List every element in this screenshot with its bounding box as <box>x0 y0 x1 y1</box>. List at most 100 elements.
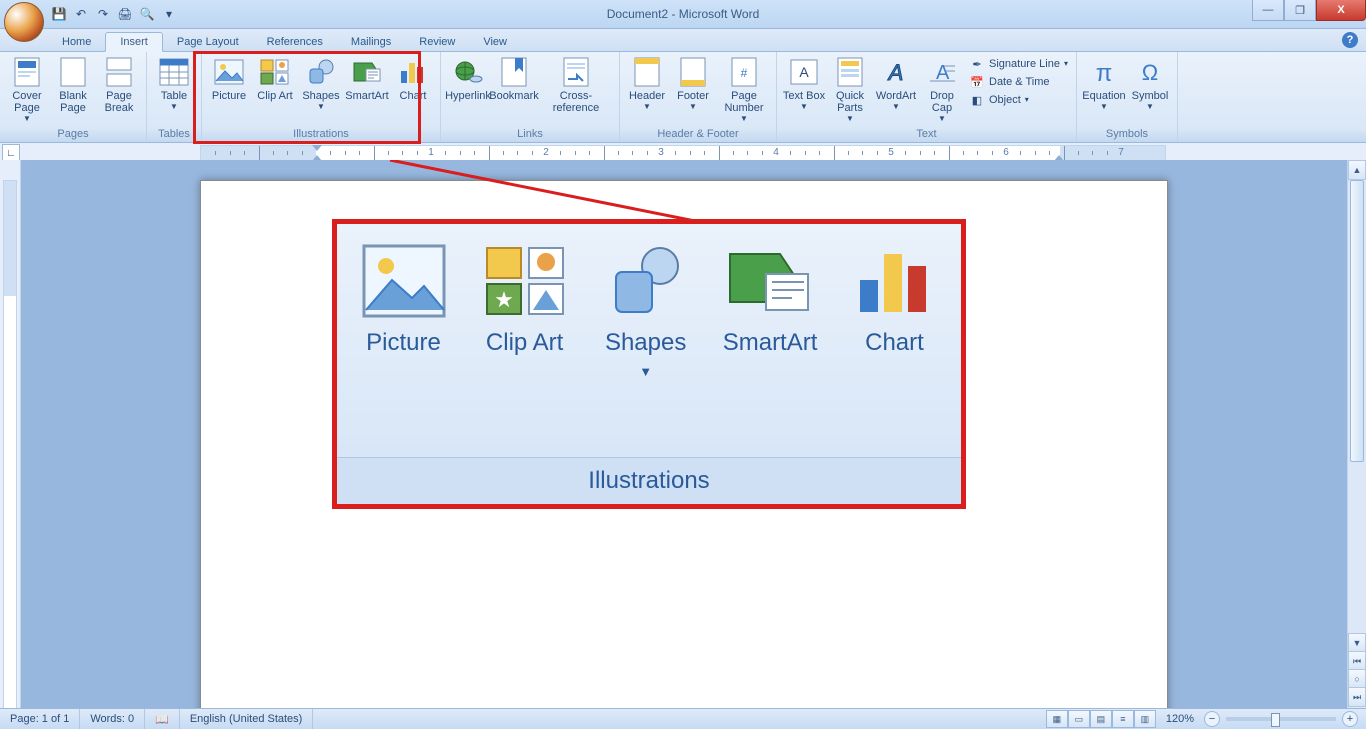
title-bar: 💾 ↶ ↷ 🖨 🔍 ▾ Document2 - Microsoft Word —… <box>0 0 1366 29</box>
zoom-slider[interactable] <box>1226 717 1336 721</box>
outline-view-button[interactable]: ≡ <box>1112 710 1134 728</box>
undo-icon[interactable]: ↶ <box>72 5 90 23</box>
equation-button[interactable]: π Equation ▼ <box>1081 54 1127 110</box>
minimize-button[interactable]: — <box>1252 0 1284 21</box>
chevron-down-icon: ▼ <box>317 104 325 110</box>
page-number-label: Page Number <box>716 90 772 114</box>
signature-line-button[interactable]: ✒ Signature Line ▾ <box>969 56 1068 72</box>
group-text: A Text Box ▼ Quick Parts ▼ A WordArt ▼ <box>777 52 1077 142</box>
object-button[interactable]: ◧ Object ▾ <box>969 92 1068 108</box>
zoom-out-button[interactable]: − <box>1204 711 1220 727</box>
tab-mailings[interactable]: Mailings <box>337 33 405 51</box>
select-browse-object-icon[interactable]: ○ <box>1348 669 1366 689</box>
blank-page-icon <box>57 56 89 88</box>
wordart-button[interactable]: A WordArt ▼ <box>873 54 919 110</box>
bookmark-icon <box>498 56 530 88</box>
status-proofing[interactable]: 📖 <box>145 709 180 729</box>
equation-label: Equation <box>1082 90 1125 102</box>
print-layout-view-button[interactable]: ▦ <box>1046 710 1068 728</box>
qat-customize-icon[interactable]: ▾ <box>160 5 178 23</box>
zoom-slider-thumb[interactable] <box>1271 713 1280 727</box>
web-layout-view-button[interactable]: ▤ <box>1090 710 1112 728</box>
close-button[interactable]: X <box>1316 0 1366 21</box>
maximize-button[interactable]: ❐ <box>1284 0 1316 21</box>
draft-view-button[interactable]: ▥ <box>1134 710 1156 728</box>
annotation-callout: Picture ★ Clip Art Shapes▼ <box>332 219 966 509</box>
scroll-up-icon[interactable]: ▲ <box>1348 160 1366 180</box>
equation-icon: π <box>1088 56 1120 88</box>
clip-art-button[interactable]: Clip Art <box>252 54 298 102</box>
blank-page-button[interactable]: Blank Page <box>50 54 96 114</box>
table-icon <box>158 56 190 88</box>
shapes-label: Shapes <box>302 90 339 102</box>
chevron-down-icon: ▼ <box>892 104 900 110</box>
window-title: Document2 - Microsoft Word <box>0 7 1366 21</box>
picture-icon <box>360 238 448 324</box>
shapes-button[interactable]: Shapes ▼ <box>298 54 344 110</box>
page-break-button[interactable]: Page Break <box>96 54 142 114</box>
office-button[interactable] <box>4 2 44 42</box>
save-icon[interactable]: 💾 <box>50 5 68 23</box>
vertical-ruler[interactable] <box>0 160 21 709</box>
scroll-down-icon[interactable]: ▼ <box>1348 633 1366 653</box>
tab-insert[interactable]: Insert <box>105 32 163 52</box>
bookmark-button[interactable]: Bookmark <box>491 54 537 102</box>
first-line-indent-icon[interactable] <box>312 145 322 151</box>
text-box-button[interactable]: A Text Box ▼ <box>781 54 827 110</box>
date-time-button[interactable]: 📅 Date & Time <box>969 74 1068 90</box>
tab-home[interactable]: Home <box>48 33 105 51</box>
tab-references[interactable]: References <box>253 33 337 51</box>
quick-parts-button[interactable]: Quick Parts ▼ <box>827 54 873 122</box>
scroll-thumb[interactable] <box>1350 180 1364 462</box>
document-page[interactable]: Picture ★ Clip Art Shapes▼ <box>200 180 1168 709</box>
page-number-button[interactable]: # Page Number ▼ <box>716 54 772 122</box>
signature-icon: ✒ <box>969 56 985 72</box>
table-button[interactable]: Table ▼ <box>151 54 197 110</box>
shapes-icon <box>602 238 690 324</box>
cover-page-button[interactable]: Cover Page ▼ <box>4 54 50 122</box>
picture-icon <box>213 56 245 88</box>
cross-reference-label: Cross-reference <box>537 90 615 114</box>
footer-button[interactable]: Footer ▼ <box>670 54 716 110</box>
vertical-scrollbar[interactable]: ▲ ▼ ⏮ ○ ⏭ <box>1347 160 1366 709</box>
zoom-in-button[interactable]: + <box>1342 711 1358 727</box>
redo-icon[interactable]: ↷ <box>94 5 112 23</box>
proofing-icon: 📖 <box>155 713 169 726</box>
picture-button[interactable]: Picture <box>206 54 252 102</box>
smartart-button[interactable]: SmartArt <box>344 54 390 102</box>
footer-icon <box>677 56 709 88</box>
smartart-icon <box>351 56 383 88</box>
tab-review[interactable]: Review <box>405 33 469 51</box>
document-area: Picture ★ Clip Art Shapes▼ <box>0 160 1366 709</box>
group-header-footer-label: Header & Footer <box>624 127 772 142</box>
chevron-down-icon: ▼ <box>740 116 748 122</box>
header-button[interactable]: Header ▼ <box>624 54 670 110</box>
full-screen-view-button[interactable]: ▭ <box>1068 710 1090 728</box>
symbol-button[interactable]: Ω Symbol ▼ <box>1127 54 1173 110</box>
status-page[interactable]: Page: 1 of 1 <box>0 709 80 729</box>
shapes-icon <box>305 56 337 88</box>
cross-reference-button[interactable]: Cross-reference <box>537 54 615 114</box>
quick-print-icon[interactable]: 🖨 <box>116 5 134 23</box>
zoom-level[interactable]: 120% <box>1156 709 1204 729</box>
group-symbols: π Equation ▼ Ω Symbol ▼ Symbols <box>1077 52 1178 142</box>
help-icon[interactable]: ? <box>1342 32 1358 48</box>
callout-shapes-label: Shapes▼ <box>605 330 686 385</box>
drop-cap-button[interactable]: A Drop Cap ▼ <box>919 54 965 122</box>
print-preview-icon[interactable]: 🔍 <box>138 5 156 23</box>
drop-cap-icon: A <box>926 56 958 88</box>
group-header-footer: Header ▼ Footer ▼ # Page Number ▼ Header… <box>620 52 777 142</box>
chart-button[interactable]: Chart <box>390 54 436 102</box>
hyperlink-button[interactable]: Hyperlink <box>445 54 491 102</box>
svg-text:A: A <box>799 64 809 80</box>
callout-group-label: Illustrations <box>337 457 961 504</box>
tab-view[interactable]: View <box>469 33 521 51</box>
signature-line-label: Signature Line <box>989 58 1060 70</box>
previous-page-icon[interactable]: ⏮ <box>1348 651 1366 671</box>
status-language[interactable]: English (United States) <box>180 709 314 729</box>
next-page-icon[interactable]: ⏭ <box>1348 687 1366 707</box>
chart-icon <box>397 56 429 88</box>
tab-page-layout[interactable]: Page Layout <box>163 33 253 51</box>
status-words[interactable]: Words: 0 <box>80 709 145 729</box>
symbol-icon: Ω <box>1134 56 1166 88</box>
